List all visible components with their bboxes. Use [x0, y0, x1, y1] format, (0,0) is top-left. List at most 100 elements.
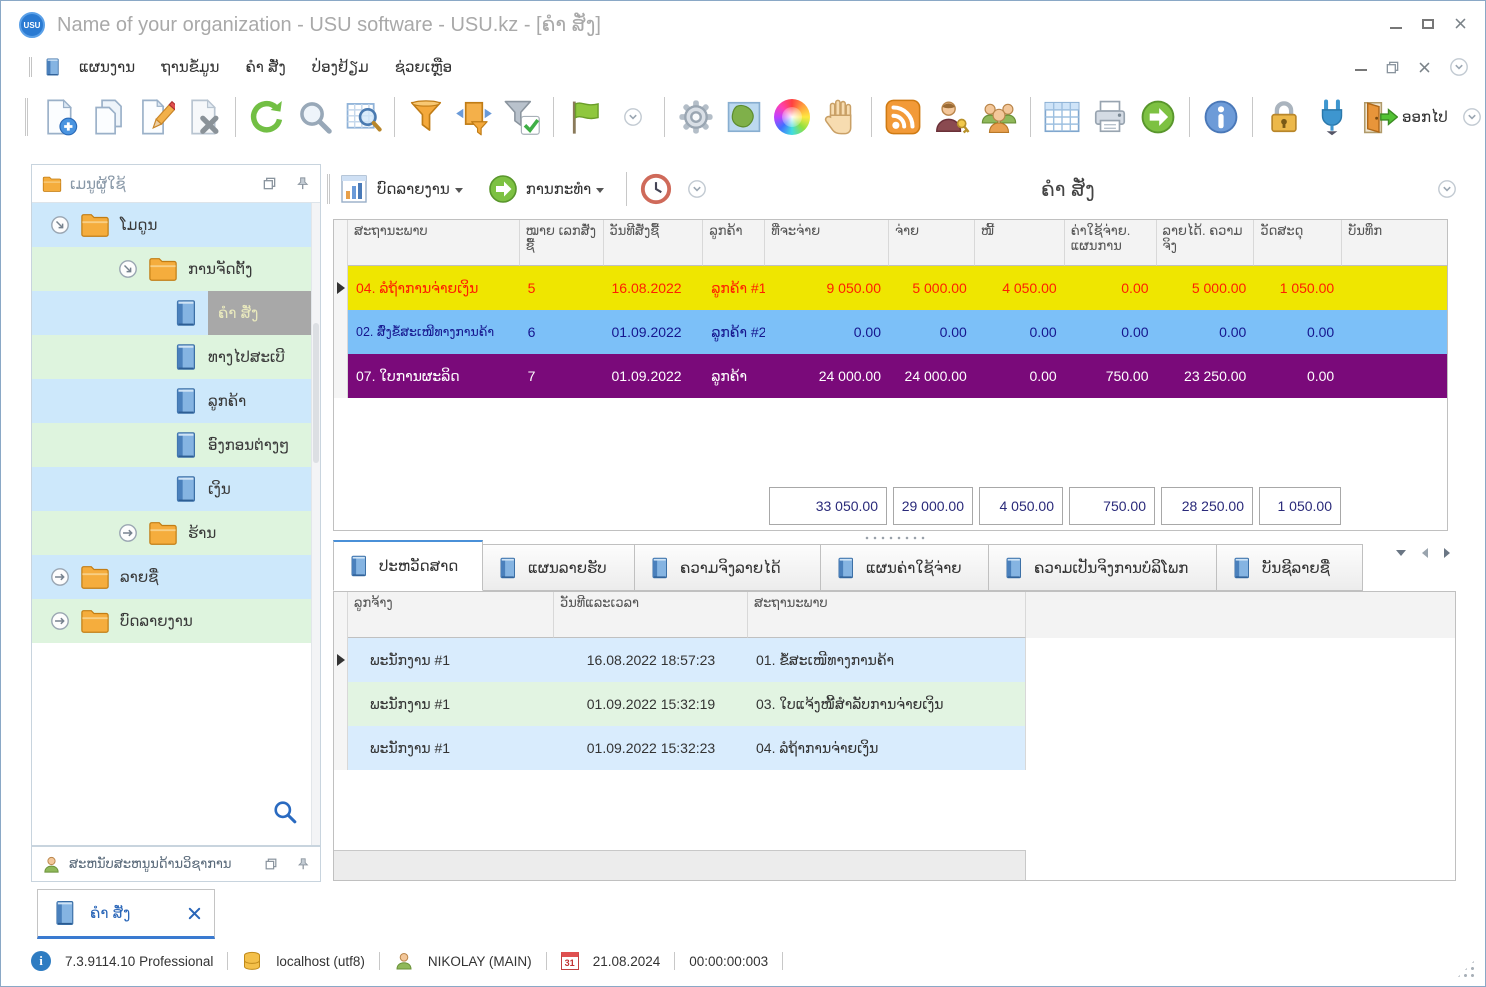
tab-history[interactable]: ປະຫວັດສາດ: [333, 540, 483, 591]
filter-button[interactable]: [402, 90, 450, 144]
col-order-date[interactable]: ວັນທີສັ່ງຊື້: [603, 220, 704, 266]
col-debt[interactable]: ໜີ້: [974, 220, 1065, 266]
col-status[interactable]: ສະຖານະພາບ: [748, 592, 1026, 638]
content-overflow-icon[interactable]: [1437, 179, 1457, 199]
minimize-button[interactable]: [1390, 26, 1402, 29]
rss-feed-button[interactable]: [879, 90, 927, 144]
refresh-button[interactable]: [243, 90, 291, 144]
document-tab-orders[interactable]: ຄໍາ ສັ່ງ: [37, 889, 215, 939]
user-permissions-button[interactable]: [927, 90, 975, 144]
table-row[interactable]: 07. ໃບການຜະລິດ 7 01.09.2022 ລູກຄ້າ 24 00…: [334, 354, 1447, 398]
menubar-overflow-icon[interactable]: [1449, 57, 1469, 77]
panel-restore-icon[interactable]: [262, 176, 277, 191]
menu-database[interactable]: ຖານຂໍ້ມູນ: [148, 58, 232, 76]
filter-apply-button[interactable]: [498, 90, 546, 144]
tree-item-organizations[interactable]: ອົງກອນຕ່າງໆ: [32, 423, 311, 467]
toolbar-overflow-icon[interactable]: [623, 107, 643, 127]
tree-item-modules[interactable]: ໂມດູນ: [32, 203, 311, 247]
tree-item-customers[interactable]: ລູກຄ້າ: [32, 379, 311, 423]
reports-button[interactable]: ບົດລາຍງານ: [338, 173, 473, 205]
filter-range-button[interactable]: [450, 90, 498, 144]
menu-windows[interactable]: ປ່ອງຢ້ຽມ: [299, 58, 382, 76]
expand-icon[interactable]: [46, 563, 74, 591]
flag-button[interactable]: [561, 90, 609, 144]
map-button[interactable]: [720, 90, 768, 144]
support-panel[interactable]: ສະຫນັບສະຫນູນດ້ານວິຊາການ: [31, 846, 321, 882]
table-row[interactable]: ພະນັກງານ #1 01.09.2022 15:32:19 03. ໃບແຈ…: [334, 682, 1455, 726]
search-table-button[interactable]: [339, 90, 387, 144]
col-expenses-plan[interactable]: ຄ່າໃຊ້ຈ່າຍ. ແຜນການ: [1064, 220, 1157, 266]
settings-button[interactable]: [672, 90, 720, 144]
col-to-pay[interactable]: ທີ່ຈະຈ່າຍ: [765, 220, 889, 266]
tab-expense-plan[interactable]: ແຜນຄ່າໃຊ້ຈ່າຍ: [821, 544, 989, 591]
tab-dropdown-icon[interactable]: [1396, 550, 1406, 556]
tree-item-post[interactable]: ທາງໄປສະເບີ: [32, 335, 311, 379]
expand-icon[interactable]: [46, 607, 74, 635]
actions-button[interactable]: ການກະທໍາ: [487, 173, 614, 205]
tree-item-directories[interactable]: ລາຍຊື່: [32, 555, 311, 599]
col-status[interactable]: ສະຖານະພາບ: [348, 220, 520, 266]
info-button[interactable]: [1197, 90, 1245, 144]
toolbar-overflow-icon[interactable]: [1462, 107, 1482, 127]
edit-record-button[interactable]: [132, 90, 180, 144]
col-datetime[interactable]: ວັນທີແລະເວລາ: [554, 592, 748, 638]
col-note[interactable]: ບັນທຶກ: [1342, 220, 1447, 266]
pan-hand-button[interactable]: [816, 90, 864, 144]
close-tab-icon[interactable]: [187, 906, 202, 921]
tab-scroll-left-icon[interactable]: [1422, 548, 1428, 558]
menu-help[interactable]: ຊ່ວຍເຫຼືອ: [382, 58, 465, 76]
add-record-button[interactable]: [36, 90, 84, 144]
plugin-button[interactable]: [1308, 90, 1356, 144]
toolbar-drag-handle[interactable]: [327, 174, 330, 204]
close-button[interactable]: [1454, 17, 1467, 30]
exit-button[interactable]: ອອກໄປ: [1356, 90, 1452, 144]
content-toolbar-overflow-icon[interactable]: [687, 179, 707, 199]
col-income-actual[interactable]: ລາຍໄດ້. ຄວາມຈິງ: [1156, 220, 1255, 266]
mdi-minimize-button[interactable]: [1355, 69, 1367, 71]
table-view-button[interactable]: [1038, 90, 1086, 144]
panel-pin-icon[interactable]: [295, 176, 310, 191]
col-customer[interactable]: ລູກຄ້າ: [703, 220, 766, 266]
print-button[interactable]: [1086, 90, 1134, 144]
tree-item-reports[interactable]: ບົດລາຍງານ: [32, 599, 311, 643]
panel-restore-icon[interactable]: [264, 857, 278, 871]
col-paid[interactable]: ຈ່າຍ: [889, 220, 975, 266]
tree-item-orders[interactable]: ຄໍາ ສັ່ງ: [32, 291, 311, 335]
tab-scroll-right-icon[interactable]: [1444, 548, 1450, 558]
delete-record-button[interactable]: [180, 90, 228, 144]
mdi-restore-button[interactable]: [1385, 60, 1400, 75]
col-order-number[interactable]: ໝາຍ ເລກສັ່ງຊື້: [519, 220, 604, 266]
search-button[interactable]: [291, 90, 339, 144]
maximize-button[interactable]: [1422, 18, 1434, 29]
expand-icon[interactable]: [118, 259, 138, 279]
expand-icon[interactable]: [114, 519, 142, 547]
scheduler-button[interactable]: [639, 172, 673, 206]
employees-button[interactable]: [975, 90, 1023, 144]
col-materials[interactable]: ວັດສະດຸ: [1254, 220, 1343, 266]
tree-item-shop[interactable]: ຮ້ານ: [32, 511, 311, 555]
tab-consumption-actual[interactable]: ຄວາມເປັນຈິງການບໍລິໂພກ: [989, 544, 1217, 591]
table-row[interactable]: ພະນັກງານ #1 16.08.2022 18:57:23 01. ຂໍ້ສ…: [334, 638, 1455, 682]
menu-orders[interactable]: ຄໍາ ສັ່ງ: [232, 58, 298, 76]
toolbar-drag-handle[interactable]: [29, 57, 32, 77]
mdi-close-button[interactable]: [1418, 61, 1431, 74]
horizontal-splitter[interactable]: [333, 532, 1456, 544]
toolbar-drag-handle[interactable]: [25, 98, 28, 136]
lock-button[interactable]: [1260, 90, 1308, 144]
tab-income-actual[interactable]: ຄວາມຈິງລາຍໄດ້: [635, 544, 821, 591]
panel-pin-icon[interactable]: [296, 857, 310, 871]
sidebar-scrollbar[interactable]: [311, 203, 320, 845]
tab-income-plan[interactable]: ແຜນລາຍຮັບ: [483, 544, 635, 591]
menu-program[interactable]: ແຜນງານ: [66, 58, 148, 76]
tree-item-organization[interactable]: ການຈັດຕັ້ງ: [32, 247, 311, 291]
tab-list[interactable]: ບັນຊີລາຍຊື່: [1217, 544, 1363, 591]
expand-icon[interactable]: [50, 215, 70, 235]
table-row[interactable]: 02. ສົ່ງຂໍ້ສະເໜີທາງການຄ້າ 6 01.09.2022 ລ…: [334, 310, 1447, 354]
copy-record-button[interactable]: [84, 90, 132, 144]
tree-search-button[interactable]: [273, 800, 297, 829]
color-scheme-button[interactable]: [768, 90, 816, 144]
table-row[interactable]: ພະນັກງານ #1 01.09.2022 15:32:23 04. ລໍຖ້…: [334, 726, 1455, 770]
col-employee[interactable]: ລູກຈ້າງ: [348, 592, 554, 638]
export-button[interactable]: [1134, 90, 1182, 144]
table-row[interactable]: 04. ລໍຖ້າການຈ່າຍເງິນ 5 16.08.2022 ລູກຄ້າ…: [334, 266, 1447, 310]
